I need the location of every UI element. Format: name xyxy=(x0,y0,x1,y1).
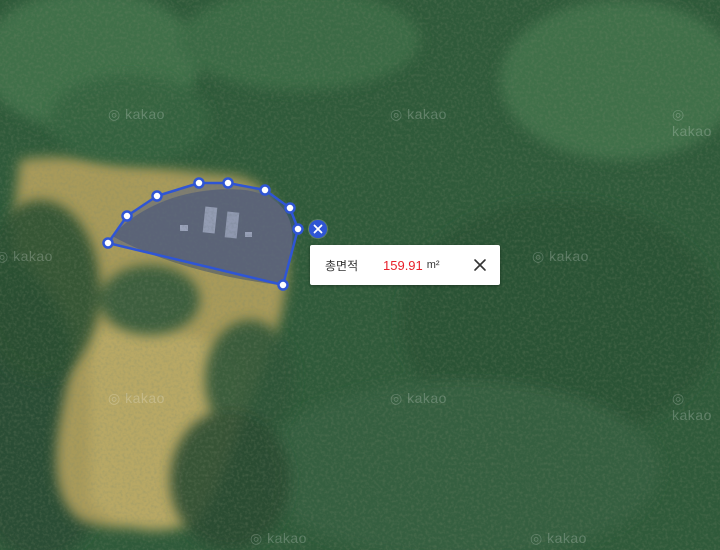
vertex-handle[interactable] xyxy=(292,223,304,235)
popup-close-button[interactable] xyxy=(472,257,488,273)
remove-shape-button[interactable] xyxy=(309,220,327,238)
close-icon xyxy=(313,224,323,234)
total-area-value: 159.91 xyxy=(383,257,423,273)
vertex-handle[interactable] xyxy=(284,202,296,214)
close-icon xyxy=(474,259,486,271)
vertex-handle[interactable] xyxy=(277,279,289,291)
vertex-handle[interactable] xyxy=(151,190,163,202)
vertex-handle[interactable] xyxy=(121,210,133,222)
total-area-label: 총면적 xyxy=(325,258,359,273)
vertex-handle[interactable] xyxy=(193,177,205,189)
vertex-handle[interactable] xyxy=(222,177,234,189)
vertex-handle[interactable] xyxy=(259,184,271,196)
total-area-unit: m² xyxy=(426,259,440,271)
vertex-handle[interactable] xyxy=(102,237,114,249)
area-result-popup: 총면적 159.91 m² xyxy=(310,245,500,285)
